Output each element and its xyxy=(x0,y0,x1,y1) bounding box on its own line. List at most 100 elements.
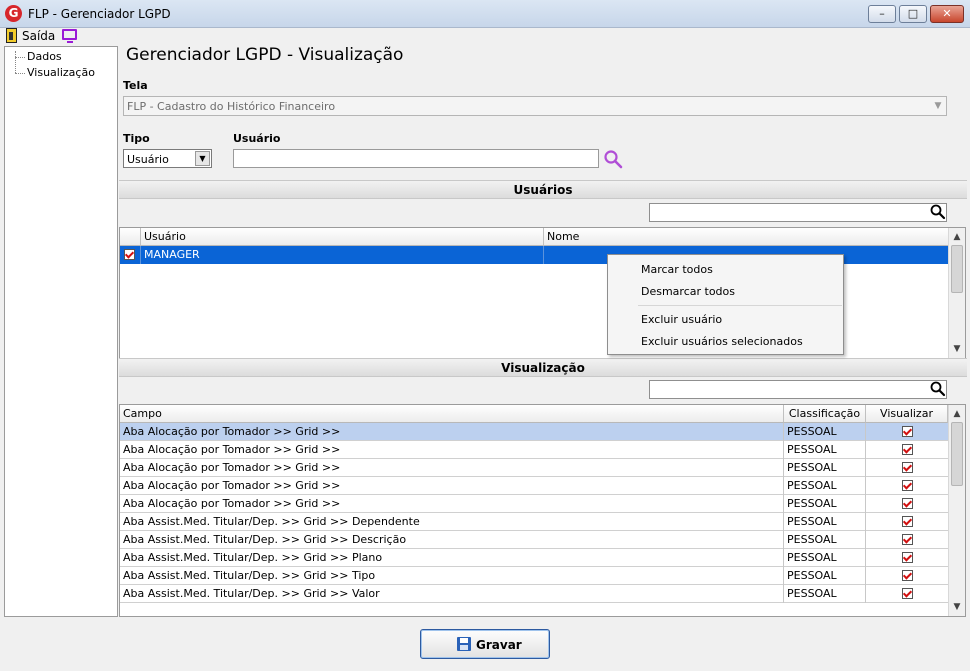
view-cell-campo: Aba Alocação por Tomador >> Grid >> xyxy=(120,441,784,459)
view-cell-visualizar[interactable] xyxy=(866,423,949,441)
view-col-classificacao[interactable]: Classificação xyxy=(784,405,866,423)
tela-label: Tela xyxy=(123,79,148,92)
visualizar-checkbox[interactable] xyxy=(901,444,913,455)
table-row[interactable]: Aba Alocação por Tomador >> Grid >> PESSO… xyxy=(120,495,949,513)
users-col-nome[interactable]: Nome xyxy=(544,228,950,246)
context-menu: Marcar todos Desmarcar todos Excluir usu… xyxy=(607,254,844,355)
visualizar-checkbox[interactable] xyxy=(901,498,913,509)
chevron-down-icon[interactable]: ▼ xyxy=(930,97,946,115)
users-cell-usuario: MANAGER xyxy=(141,246,544,264)
users-grid-check-header xyxy=(120,228,141,246)
scroll-thumb[interactable] xyxy=(951,422,963,486)
view-col-campo[interactable]: Campo xyxy=(120,405,784,423)
users-section-header: Usuários xyxy=(119,180,967,199)
view-cell-visualizar[interactable] xyxy=(866,441,949,459)
view-cell-campo: Aba Assist.Med. Titular/Dep. >> Grid >> … xyxy=(120,585,784,603)
tree-item-visualizacao[interactable]: Visualização xyxy=(27,66,95,79)
view-cell-visualizar[interactable] xyxy=(866,477,949,495)
view-filter-input[interactable] xyxy=(649,380,947,399)
usuario-input[interactable] xyxy=(233,149,599,168)
table-row[interactable]: Aba Assist.Med. Titular/Dep. >> Grid >> … xyxy=(120,513,949,531)
view-cell-visualizar[interactable] xyxy=(866,513,949,531)
page-title: Gerenciador LGPD - Visualização xyxy=(126,45,404,65)
chevron-down-icon[interactable]: ▼ xyxy=(949,341,965,357)
row-checkbox-cell[interactable] xyxy=(120,246,141,264)
table-row[interactable]: Aba Assist.Med. Titular/Dep. >> Grid >> … xyxy=(120,585,949,603)
tipo-label: Tipo xyxy=(123,132,150,145)
view-cell-classificacao: PESSOAL xyxy=(784,531,866,549)
app-logo-icon: G xyxy=(5,5,22,22)
view-cell-classificacao: PESSOAL xyxy=(784,477,866,495)
tela-combobox[interactable]: FLP - Cadastro do Histórico Financeiro ▼ xyxy=(123,96,947,116)
window-title: FLP - Gerenciador LGPD xyxy=(28,7,171,21)
view-cell-visualizar[interactable] xyxy=(866,459,949,477)
view-cell-visualizar[interactable] xyxy=(866,549,949,567)
table-row[interactable]: Aba Assist.Med. Titular/Dep. >> Grid >> … xyxy=(120,531,949,549)
menu-item-saida[interactable]: Saída xyxy=(22,29,55,43)
tipo-select[interactable]: Usuário ▼ xyxy=(123,149,212,168)
visualizar-checkbox[interactable] xyxy=(901,534,913,545)
view-cell-campo: Aba Alocação por Tomador >> Grid >> xyxy=(120,423,784,441)
visualizar-checkbox[interactable] xyxy=(901,462,913,473)
view-grid-scrollbar[interactable]: ▲ ▼ xyxy=(948,405,965,616)
visualizar-checkbox[interactable] xyxy=(901,570,913,581)
view-cell-classificacao: PESSOAL xyxy=(784,513,866,531)
chevron-down-icon[interactable]: ▼ xyxy=(949,599,965,615)
title-bar: G FLP - Gerenciador LGPD – □ ✕ xyxy=(0,0,970,28)
view-cell-classificacao: PESSOAL xyxy=(784,495,866,513)
view-cell-classificacao: PESSOAL xyxy=(784,423,866,441)
view-cell-campo: Aba Alocação por Tomador >> Grid >> xyxy=(120,459,784,477)
users-col-usuario[interactable]: Usuário xyxy=(141,228,544,246)
view-cell-campo: Aba Assist.Med. Titular/Dep. >> Grid >> … xyxy=(120,531,784,549)
view-grid: Campo Classificação Visualizar Aba Aloca… xyxy=(119,404,966,617)
view-cell-visualizar[interactable] xyxy=(866,495,949,513)
row-checkbox[interactable] xyxy=(124,249,135,260)
menu-bar: Saída xyxy=(0,28,970,45)
menu-item-excluir-selecionados[interactable]: Excluir usuários selecionados xyxy=(641,335,803,348)
visualizar-checkbox[interactable] xyxy=(901,480,913,491)
users-filter-input[interactable] xyxy=(649,203,947,222)
visualizar-checkbox[interactable] xyxy=(901,516,913,527)
table-row[interactable]: Aba Alocação por Tomador >> Grid >> PESSO… xyxy=(120,459,949,477)
menu-item-excluir-usuario[interactable]: Excluir usuário xyxy=(641,313,722,326)
view-cell-visualizar[interactable] xyxy=(866,567,949,585)
chevron-up-icon[interactable]: ▲ xyxy=(949,406,965,422)
visualizar-checkbox[interactable] xyxy=(901,588,913,599)
search-icon[interactable] xyxy=(603,149,623,169)
view-cell-visualizar[interactable] xyxy=(866,585,949,603)
view-cell-classificacao: PESSOAL xyxy=(784,549,866,567)
save-button-label: Gravar xyxy=(476,638,522,652)
visualizar-checkbox[interactable] xyxy=(901,426,913,437)
table-row[interactable]: Aba Alocação por Tomador >> Grid >> PESSO… xyxy=(120,477,949,495)
view-cell-campo: Aba Alocação por Tomador >> Grid >> xyxy=(120,495,784,513)
chevron-up-icon[interactable]: ▲ xyxy=(949,229,965,245)
navigation-tree: Dados Visualização xyxy=(4,46,118,617)
users-grid-scrollbar[interactable]: ▲ ▼ xyxy=(948,228,965,358)
monitor-icon[interactable] xyxy=(62,29,77,43)
save-button[interactable]: Gravar xyxy=(420,629,550,659)
visualizar-checkbox[interactable] xyxy=(901,552,913,563)
view-cell-campo: Aba Assist.Med. Titular/Dep. >> Grid >> … xyxy=(120,549,784,567)
scroll-thumb[interactable] xyxy=(951,245,963,293)
close-button[interactable]: ✕ xyxy=(930,5,964,23)
view-col-visualizar[interactable]: Visualizar xyxy=(866,405,948,423)
minimize-button[interactable]: – xyxy=(868,5,896,23)
view-cell-classificacao: PESSOAL xyxy=(784,459,866,477)
table-row[interactable]: Aba Assist.Med. Titular/Dep. >> Grid >> … xyxy=(120,567,949,585)
view-cell-classificacao: PESSOAL xyxy=(784,567,866,585)
tipo-value: Usuário xyxy=(127,153,169,166)
menu-separator xyxy=(638,305,842,306)
tree-item-dados[interactable]: Dados xyxy=(27,50,62,63)
maximize-button[interactable]: □ xyxy=(899,5,927,23)
table-row[interactable]: Aba Alocação por Tomador >> Grid >> PESSO… xyxy=(120,441,949,459)
table-row[interactable]: Aba Assist.Med. Titular/Dep. >> Grid >> … xyxy=(120,549,949,567)
view-cell-visualizar[interactable] xyxy=(866,531,949,549)
search-icon[interactable] xyxy=(929,203,947,221)
chevron-down-icon[interactable]: ▼ xyxy=(195,151,210,166)
exit-door-icon[interactable] xyxy=(6,28,17,43)
search-icon[interactable] xyxy=(929,380,947,398)
view-cell-campo: Aba Assist.Med. Titular/Dep. >> Grid >> … xyxy=(120,513,784,531)
menu-item-marcar-todos[interactable]: Marcar todos xyxy=(641,263,713,276)
table-row[interactable]: Aba Alocação por Tomador >> Grid >> PESSO… xyxy=(120,423,949,441)
menu-item-desmarcar-todos[interactable]: Desmarcar todos xyxy=(641,285,735,298)
